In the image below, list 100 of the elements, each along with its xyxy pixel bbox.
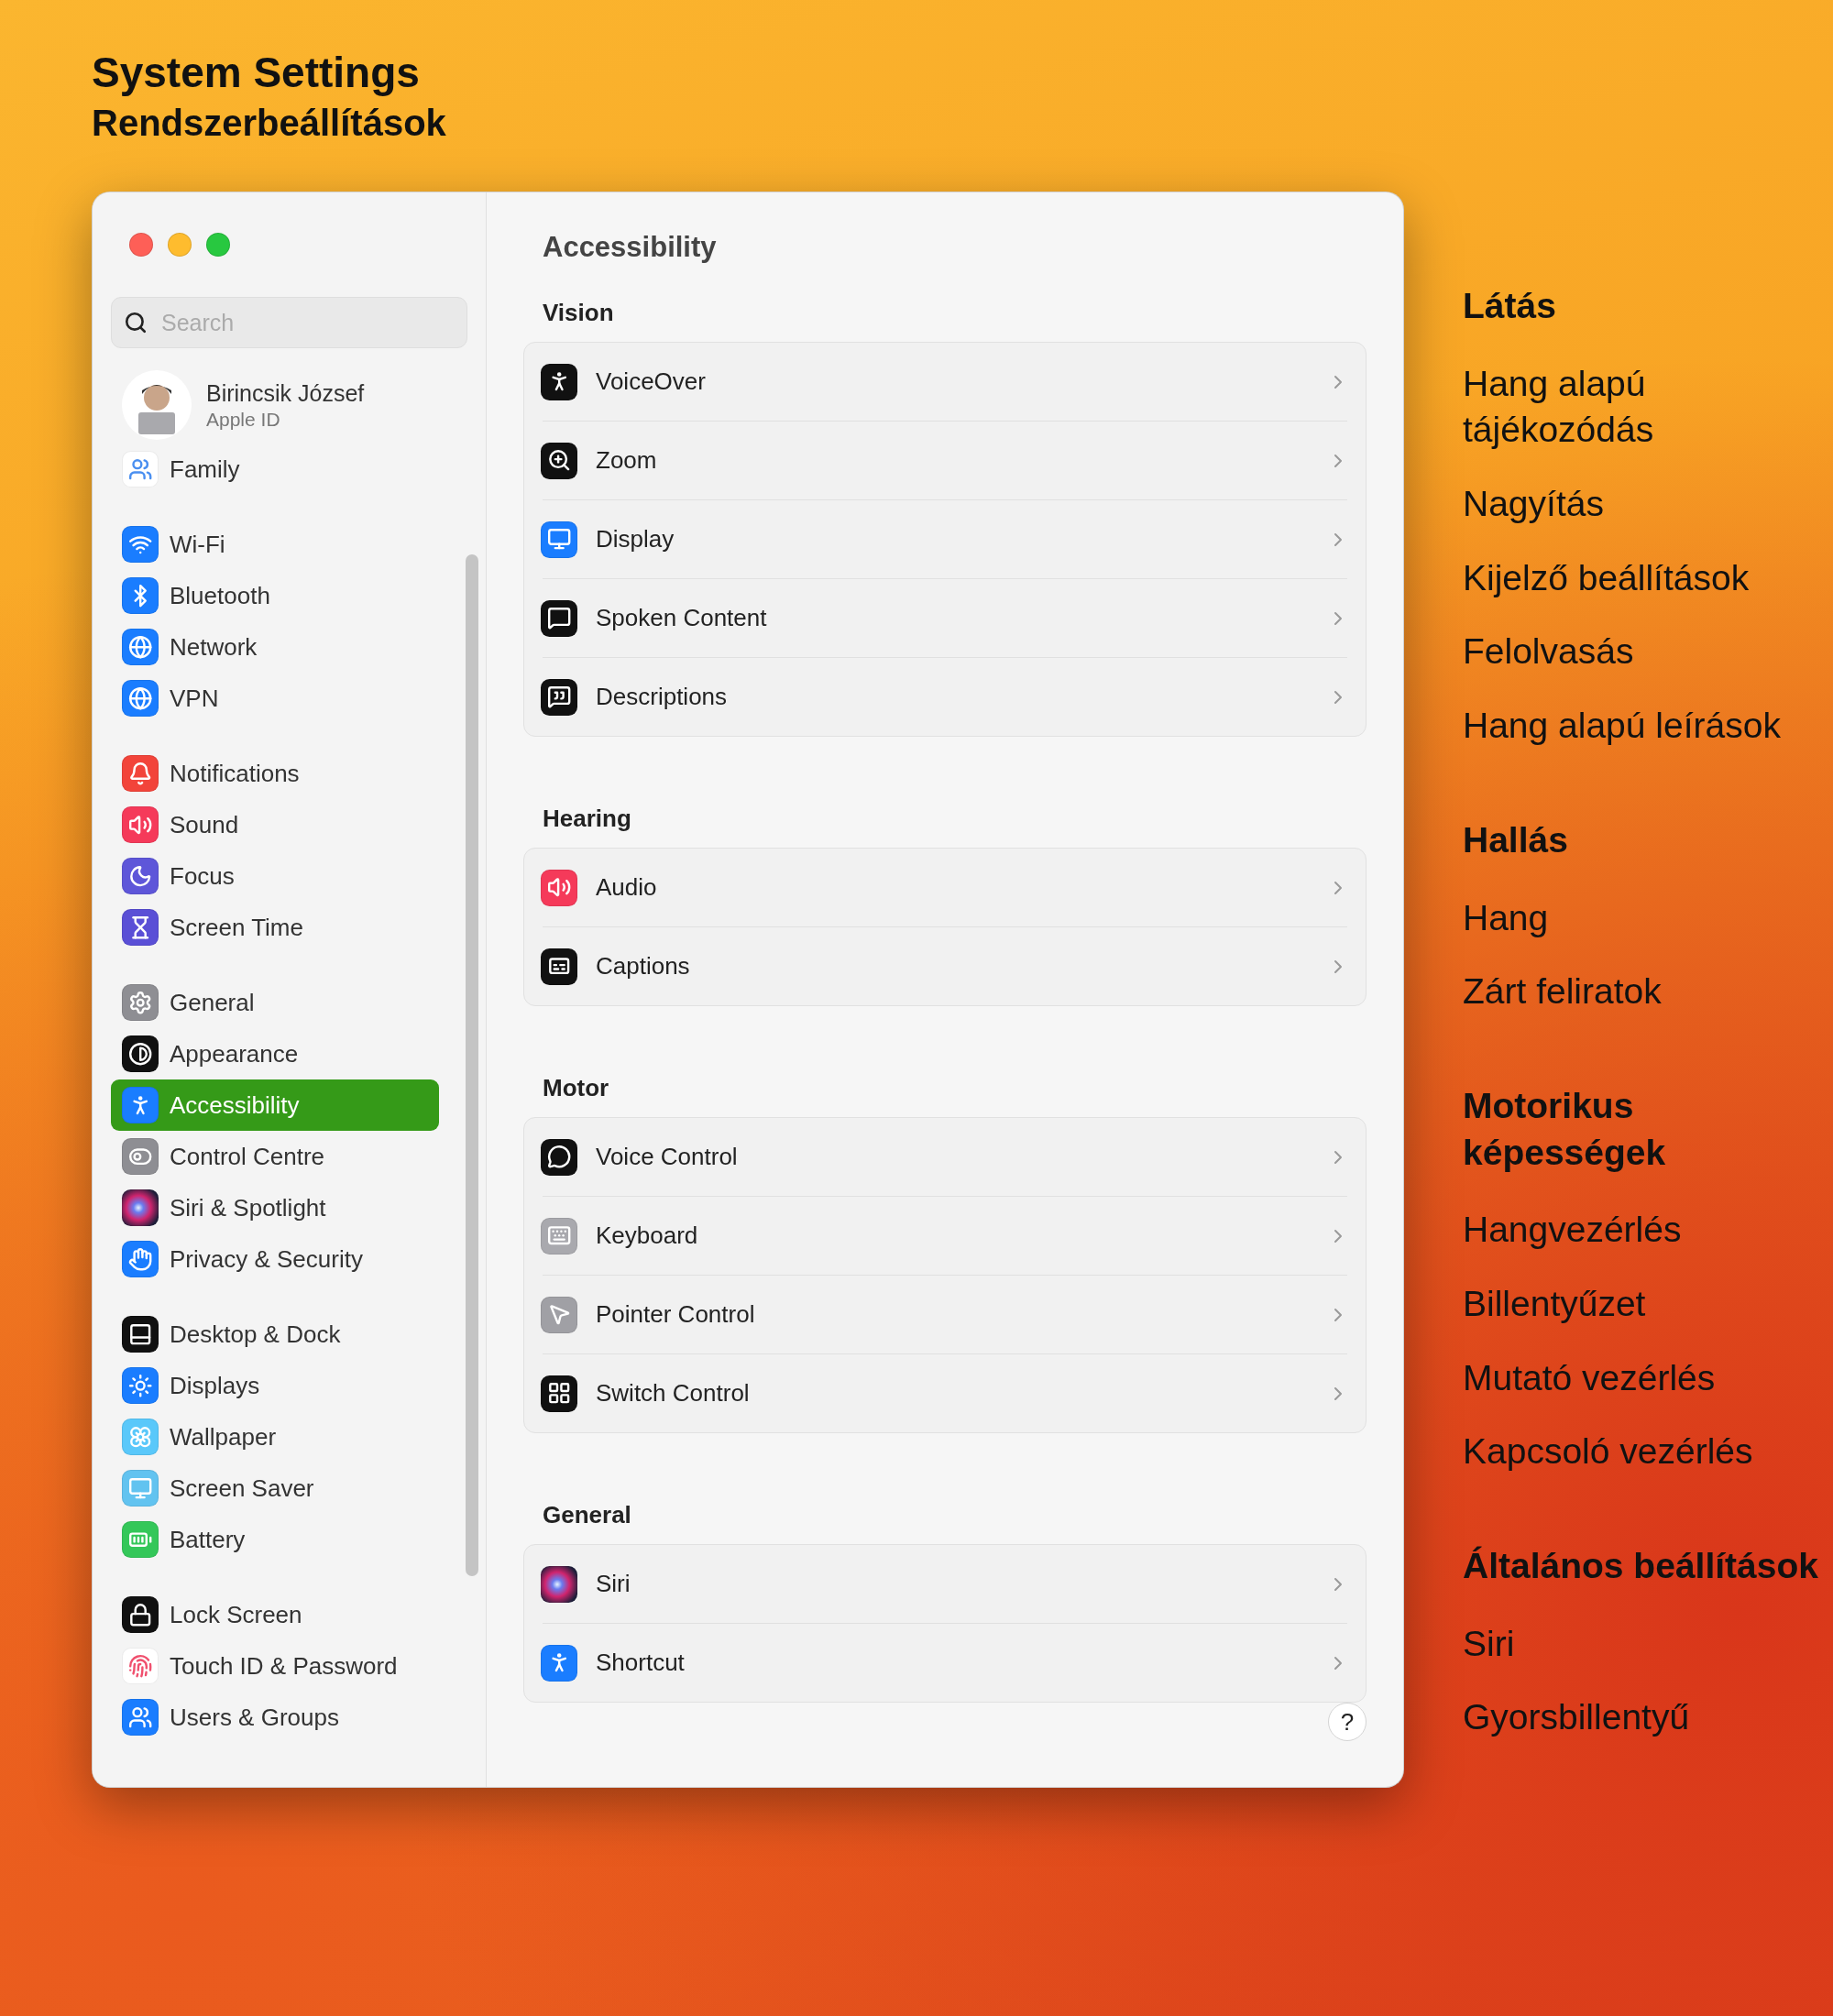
annotation-text: Kijelző beállítások [1463, 556, 1751, 599]
contrast-icon [122, 1035, 159, 1072]
annotation-text: Hangvezérlés [1463, 1209, 1683, 1252]
sidebar-item[interactable]: Desktop & Dock [111, 1309, 439, 1360]
page-subtitle: Rendszerbeállítások [92, 103, 447, 144]
monitor-icon [541, 520, 577, 558]
settings-row[interactable]: Keyboard [524, 1197, 1366, 1275]
accessibility-icon [541, 363, 577, 400]
settings-row[interactable]: Spoken Content [524, 579, 1366, 657]
search-icon [124, 311, 148, 334]
keyboard-icon [541, 1217, 577, 1255]
sidebar-item[interactable]: Focus [111, 850, 439, 902]
sidebar-item[interactable]: Network [111, 621, 439, 673]
captions-icon [541, 948, 577, 985]
pane-title: Accessibility [543, 231, 718, 264]
lock-icon [122, 1596, 159, 1633]
settings-row[interactable]: Captions [524, 927, 1366, 1005]
sidebar-item[interactable]: Battery [111, 1514, 439, 1565]
speech-bubble-icon [541, 1138, 577, 1176]
annotation-text: Nagyítás [1463, 483, 1605, 526]
settings-row[interactable]: Zoom [524, 422, 1366, 499]
people-icon [122, 451, 159, 488]
sidebar-item[interactable]: Accessibility [111, 1079, 439, 1131]
dock-icon [122, 1316, 159, 1353]
annotation-text: Kapcsoló vezérlés [1463, 1430, 1754, 1474]
annotation-heading: Motorikus képességek [1463, 1084, 1667, 1174]
annotation-text: Hang alapú leírások [1463, 705, 1782, 748]
page-title: System Settings [92, 48, 421, 97]
flower-icon [122, 1419, 159, 1455]
account-name[interactable]: Birincsik József [206, 379, 365, 407]
wifi-icon [122, 526, 159, 563]
sidebar-item[interactable]: Family [111, 444, 439, 495]
annotation-text: Gyorsbillentyű [1463, 1696, 1691, 1739]
moon-icon [122, 858, 159, 894]
sidebar-item[interactable]: Users & Groups [111, 1692, 439, 1743]
pointer-icon [541, 1296, 577, 1333]
annotation-text: Hang [1463, 896, 1550, 939]
hourglass-icon [122, 909, 159, 946]
battery-icon [122, 1521, 159, 1558]
hand-icon [122, 1241, 159, 1277]
annotation-text: Hang alapú tájékozódás [1463, 362, 1655, 452]
speaker-icon [541, 869, 577, 906]
accessibility-icon [122, 1087, 159, 1123]
people-icon [122, 1699, 159, 1736]
sidebar-item[interactable]: Siri & Spotlight [111, 1182, 439, 1233]
globe-icon [122, 680, 159, 717]
annotation-heading: Látás [1463, 285, 1557, 327]
settings-row[interactable]: Shortcut [524, 1624, 1366, 1702]
scrollbar[interactable] [466, 554, 478, 1576]
section-heading: Vision [543, 299, 615, 327]
avatar-icon [122, 370, 192, 440]
sun-icon [122, 1367, 159, 1404]
section-heading: Hearing [543, 805, 632, 833]
annotation-heading: Hallás [1463, 818, 1569, 861]
sidebar-item[interactable]: Sound [111, 799, 439, 850]
settings-icon [122, 984, 159, 1021]
section-heading: General [543, 1501, 632, 1529]
settings-row[interactable]: Voice Control [524, 1118, 1366, 1196]
sidebar-item[interactable]: Appearance [111, 1028, 439, 1079]
sidebar-item[interactable]: Wi-Fi [111, 519, 439, 570]
minimize-button[interactable] [168, 233, 192, 257]
sidebar-item[interactable]: Wallpaper [111, 1411, 439, 1463]
monitor-icon [122, 1470, 159, 1507]
sidebar-item[interactable]: Touch ID & Password [111, 1640, 439, 1692]
sidebar-item[interactable]: Control Centre [111, 1131, 439, 1182]
sidebar-item[interactable]: General [111, 977, 439, 1028]
accessibility-icon [541, 1644, 577, 1682]
settings-row[interactable]: VoiceOver [524, 343, 1366, 421]
settings-row[interactable]: Siri [524, 1545, 1366, 1623]
settings-row[interactable]: Audio [524, 849, 1366, 926]
bluetooth-icon [122, 577, 159, 614]
sidebar-item[interactable]: Notifications [111, 748, 439, 799]
annotation-text: Siri [1463, 1622, 1516, 1665]
sidebar-item[interactable]: Lock Screen [111, 1589, 439, 1640]
close-button[interactable] [129, 233, 153, 257]
section-heading: Motor [543, 1074, 610, 1102]
help-button[interactable]: ? [1328, 1703, 1367, 1741]
sidebar-item[interactable]: VPN [111, 673, 439, 724]
settings-row[interactable]: Descriptions [524, 658, 1366, 736]
sidebar-item[interactable]: Displays [111, 1360, 439, 1411]
settings-row[interactable]: Switch Control [524, 1354, 1366, 1432]
annotation-text: Felolvasás [1463, 630, 1635, 674]
speech-bubble-icon [541, 599, 577, 637]
zoom-button[interactable] [206, 233, 230, 257]
magnifier-icon [541, 442, 577, 479]
sidebar-item[interactable]: Screen Saver [111, 1463, 439, 1514]
fingerprint-icon [122, 1648, 159, 1684]
account-subtitle: Apple ID [206, 408, 281, 431]
sidebar-item[interactable]: Privacy & Security [111, 1233, 439, 1285]
settings-row[interactable]: Display [524, 500, 1366, 578]
orb-icon [122, 1189, 159, 1226]
settings-row[interactable]: Pointer Control [524, 1276, 1366, 1353]
search-field[interactable]: Search [111, 297, 467, 348]
sidebar-item[interactable]: Bluetooth [111, 570, 439, 621]
sidebar-item[interactable]: Screen Time [111, 902, 439, 953]
toggle-icon [122, 1138, 159, 1175]
annotation-text: Billentyűzet [1463, 1282, 1647, 1325]
grid-icon [541, 1375, 577, 1412]
orb-icon [541, 1565, 577, 1603]
annotation-text: Zárt feliratok [1463, 970, 1663, 1013]
